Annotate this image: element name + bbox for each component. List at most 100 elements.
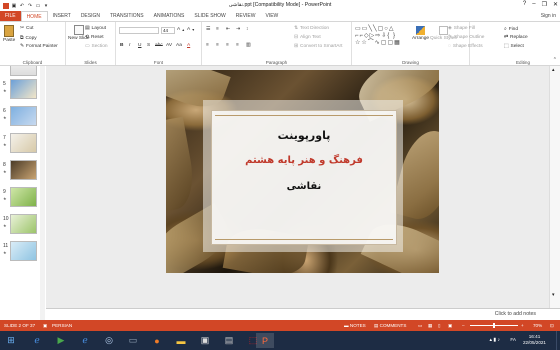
format-painter-button[interactable]: ✎ Format Painter	[20, 44, 58, 49]
slide-subject[interactable]: نقاشی	[212, 181, 396, 192]
help-button[interactable]: ?	[523, 1, 526, 8]
slide-sorter-icon[interactable]: ▦	[428, 323, 432, 329]
char-spacing-button[interactable]: AV	[166, 43, 172, 48]
slide-thumbnail[interactable]	[10, 66, 37, 76]
media-player-icon[interactable]: ▶	[52, 333, 70, 348]
scroll-up-icon[interactable]: ▴	[552, 67, 555, 73]
language-indicator[interactable]: PERSIAN	[52, 323, 72, 328]
align-right-button[interactable]: ≡	[226, 43, 229, 48]
increase-indent-button[interactable]: ⇥	[236, 27, 240, 32]
text-direction-button[interactable]: ⇅ Text Direction	[294, 26, 329, 31]
restore-button[interactable]: ❐	[542, 1, 547, 8]
thumbnail-item[interactable]: 6 ★	[0, 106, 44, 130]
change-case-button[interactable]: Aa	[176, 43, 182, 48]
notes-toggle[interactable]: ▬ NOTES	[344, 323, 366, 328]
find-button[interactable]: ⌕ Find	[504, 26, 518, 33]
network-app-icon[interactable]: ◎	[100, 333, 118, 348]
font-name-combo[interactable]	[119, 27, 159, 34]
strikethrough-button[interactable]: abc	[155, 43, 163, 48]
layout-button[interactable]: ▤ Layout	[85, 26, 106, 31]
scroll-down-icon[interactable]: ▾	[552, 292, 555, 298]
tab-slide-show[interactable]: SLIDE SHOW	[189, 11, 230, 21]
slide-thumbnail[interactable]	[10, 106, 37, 126]
slide-thumbnail[interactable]	[10, 160, 37, 180]
shrink-font-button[interactable]: A ▾	[187, 27, 194, 32]
section-button[interactable]: ▭ Section	[85, 44, 108, 49]
slide-thumbnail[interactable]	[10, 79, 37, 99]
slide-thumbnail[interactable]	[10, 187, 37, 207]
zoom-level[interactable]: 70%	[533, 323, 542, 328]
underline-button[interactable]: U	[138, 43, 141, 48]
shape-fill-button[interactable]: ◈ Shape Fill	[448, 26, 475, 31]
monitor-app-icon[interactable]: ▭	[124, 333, 142, 348]
select-button[interactable]: ⬚ Select	[504, 44, 524, 49]
justify-button[interactable]: ≡	[236, 43, 239, 48]
copy-button[interactable]: ⧉ Copy	[20, 35, 37, 42]
arrange-button[interactable]: Arrange	[412, 26, 429, 41]
decrease-indent-button[interactable]: ⇤	[226, 27, 230, 32]
fit-slide-icon[interactable]: ⊡	[550, 323, 554, 329]
windows-explorer-icon[interactable]: ▤	[220, 333, 238, 348]
start-button-icon[interactable]: ⊞	[2, 333, 20, 348]
slide-thumbnail[interactable]	[10, 214, 37, 234]
slide-subtitle[interactable]: فرهنگ و هنر پایه هشتم	[212, 155, 396, 166]
thumbnail-item[interactable]: 11 ★	[0, 241, 44, 265]
sign-in-link[interactable]: Sign in	[541, 11, 556, 21]
columns-button[interactable]: ▥	[246, 43, 251, 48]
numbering-button[interactable]: ≡	[216, 27, 219, 32]
reading-view-icon[interactable]: ▯	[438, 323, 441, 329]
minimize-button[interactable]: –	[532, 1, 535, 8]
notes-pane[interactable]: Click to add notes	[46, 308, 560, 320]
font-color-button[interactable]: A	[187, 43, 190, 48]
slide-thumbnail[interactable]	[10, 241, 37, 261]
line-spacing-button[interactable]: ↕	[246, 27, 248, 32]
thumbnail-item[interactable]: 10 ★	[0, 214, 44, 238]
normal-view-icon[interactable]: ▭	[418, 323, 422, 329]
bullets-button[interactable]: ☰	[206, 27, 210, 32]
shape-outline-button[interactable]: ✎ Shape Outline	[448, 35, 484, 40]
firefox-icon[interactable]: ●	[148, 333, 166, 348]
tab-file[interactable]: FILE	[0, 11, 21, 21]
slide-thumbnail[interactable]	[10, 133, 37, 153]
show-desktop-button[interactable]	[556, 331, 560, 350]
close-button[interactable]: ✕	[553, 1, 558, 8]
zoom-out-button[interactable]: –	[462, 323, 465, 328]
tab-design[interactable]: DESIGN	[76, 11, 105, 21]
ie-icon[interactable]: ℯ	[28, 333, 46, 348]
thumbnails-scrollbar[interactable]	[40, 66, 45, 320]
slide-title[interactable]: پاورپوینت	[212, 129, 396, 142]
shadow-button[interactable]: S	[147, 43, 150, 48]
paste-button[interactable]: Paste	[3, 25, 15, 43]
align-center-button[interactable]: ≡	[216, 43, 219, 48]
tab-insert[interactable]: INSERT	[48, 11, 76, 21]
shape-effects-button[interactable]: ◌ Shape Effects	[448, 44, 483, 49]
tab-view[interactable]: VIEW	[261, 11, 284, 21]
thumbnail-item[interactable]: 9 ★	[0, 187, 44, 211]
shapes-gallery[interactable]: ▭▭╲╲▢○△ ⌐⌐◇▷⇨⇩{ } ☆☆⌒∿▢▢▦	[355, 26, 409, 54]
thumbnail-item[interactable]: 5 ★	[0, 79, 44, 103]
align-text-button[interactable]: ⊟ Align Text	[294, 35, 321, 40]
zoom-in-button[interactable]: +	[521, 323, 524, 328]
replace-button[interactable]: ⇄ Replace	[504, 35, 528, 40]
tab-animations[interactable]: ANIMATIONS	[149, 11, 190, 21]
powerpoint-taskbar-icon[interactable]: P	[256, 333, 274, 348]
tab-transitions[interactable]: TRANSITIONS	[105, 11, 149, 21]
current-slide[interactable]: پاورپوینت فرهنگ و هنر پایه هشتم نقاشی	[166, 70, 439, 273]
tray-icons[interactable]: ▴ ▮ ♪	[489, 337, 500, 343]
italic-button[interactable]: I	[129, 43, 130, 48]
cut-button[interactable]: ✂ Cut	[20, 26, 34, 31]
comments-toggle[interactable]: ▤ COMMENTS	[374, 323, 406, 329]
thumbnail-item[interactable]: 8 ★	[0, 160, 44, 184]
align-left-button[interactable]: ≡	[206, 43, 209, 48]
edge-icon[interactable]: ℯ	[76, 333, 94, 348]
system-clock[interactable]: 16:41 22/05/2021	[523, 334, 546, 346]
slideshow-view-icon[interactable]: ▣	[448, 323, 452, 329]
spellcheck-icon[interactable]: ▣	[43, 323, 47, 329]
thumbnail-item[interactable]: 7 ★	[0, 133, 44, 157]
generic-app-icon[interactable]: ▣	[196, 333, 214, 348]
grow-font-button[interactable]: A ▴	[177, 27, 184, 32]
convert-smartart-button[interactable]: ⊞ Convert to SmartArt	[294, 44, 342, 49]
reset-button[interactable]: ⟲ Reset	[85, 35, 104, 40]
slide-scrollbar[interactable]: ▴ ▾	[549, 66, 560, 308]
file-explorer-icon[interactable]: ▬	[172, 333, 190, 348]
